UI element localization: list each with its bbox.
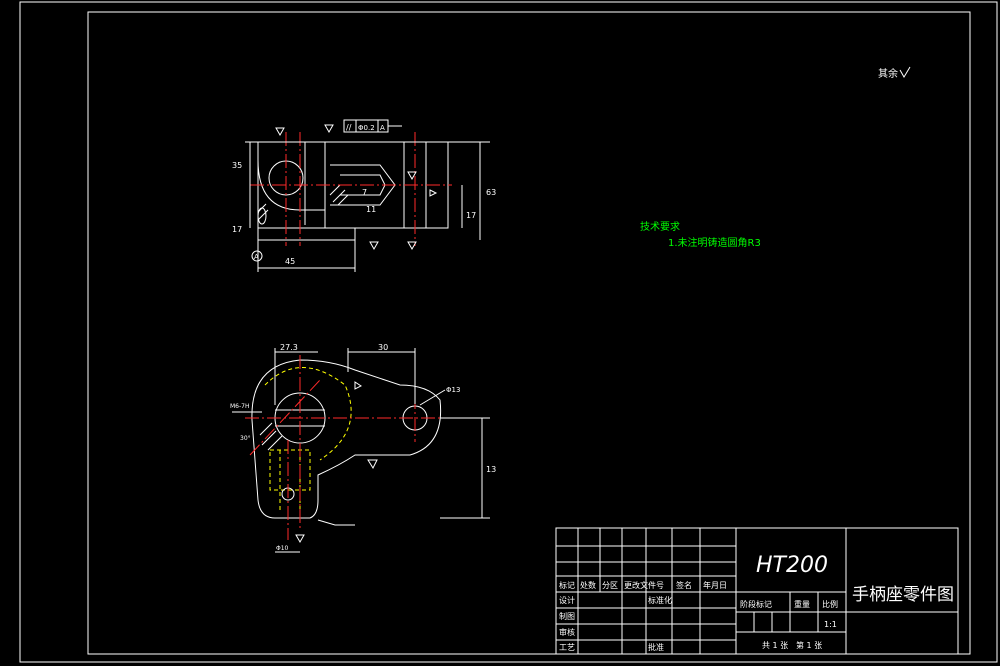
tb-check: 审核	[559, 627, 575, 637]
tb-process: 工艺	[559, 643, 575, 652]
tb-header-4: 签名	[676, 580, 692, 590]
outer-frame	[19, 1, 998, 663]
roughness-icon	[899, 66, 911, 78]
tolerance-value: Φ0.2	[358, 124, 375, 132]
dim-bottom-height: 13	[486, 465, 496, 474]
tech-req-heading: 技术要求	[640, 220, 680, 233]
tb-sheet-no: 第 1 张	[796, 640, 822, 650]
tb-draw: 制图	[559, 611, 575, 621]
dim-top-height: 63	[486, 188, 496, 197]
tb-stage-mark: 阶段标记	[740, 599, 772, 609]
dim-top-small: 7	[362, 188, 367, 197]
tolerance-ref: A	[380, 124, 385, 132]
dim-top-left-v2: 17	[232, 225, 242, 234]
tb-sheets: 共 1 张	[762, 641, 788, 650]
tb-header-2: 分区	[602, 581, 618, 590]
tb-header-3: 更改文件号	[624, 580, 664, 590]
tb-scale: 比例	[822, 599, 838, 609]
roughness-note: 其余	[878, 67, 898, 80]
dim-bottom-right-w: 30	[378, 343, 388, 352]
drawing-title: 手柄座零件图	[852, 585, 954, 605]
inner-frame	[87, 11, 971, 655]
dim-top-width: 45	[285, 257, 295, 266]
tb-header-1: 处数	[580, 580, 596, 590]
drawing-canvas: 其余 技术要求 1.未注明铸造圆角R3 45 63 35 17 17 7 11 …	[19, 1, 998, 663]
dim-small-dia: Φ10	[276, 545, 289, 552]
datum-label: A	[254, 253, 259, 261]
tb-header-5: 年月日	[703, 580, 727, 590]
top-view	[245, 119, 490, 272]
tb-scale-val: 1:1	[824, 620, 837, 629]
dim-hole-dia: Φ13	[446, 386, 460, 394]
dim-top-right-v: 17	[466, 211, 476, 220]
dim-angle: 30°	[240, 435, 251, 442]
tolerance-symbol: //	[346, 123, 352, 132]
bottom-view	[232, 348, 490, 553]
material-text: HT200	[756, 553, 828, 578]
tb-weight: 重量	[794, 599, 810, 609]
tb-header-0: 标记	[559, 580, 575, 590]
dim-bottom-left-w: 27.3	[280, 343, 298, 352]
tb-design: 设计	[559, 595, 575, 605]
dim-thread: M6-7H	[230, 403, 250, 410]
tech-req-item: 1.未注明铸造圆角R3	[668, 236, 761, 249]
tb-approve: 批准	[648, 642, 664, 652]
dim-top-small2: 11	[366, 205, 376, 214]
dim-top-left-v: 35	[232, 161, 242, 170]
tb-std: 标准化	[648, 595, 672, 605]
